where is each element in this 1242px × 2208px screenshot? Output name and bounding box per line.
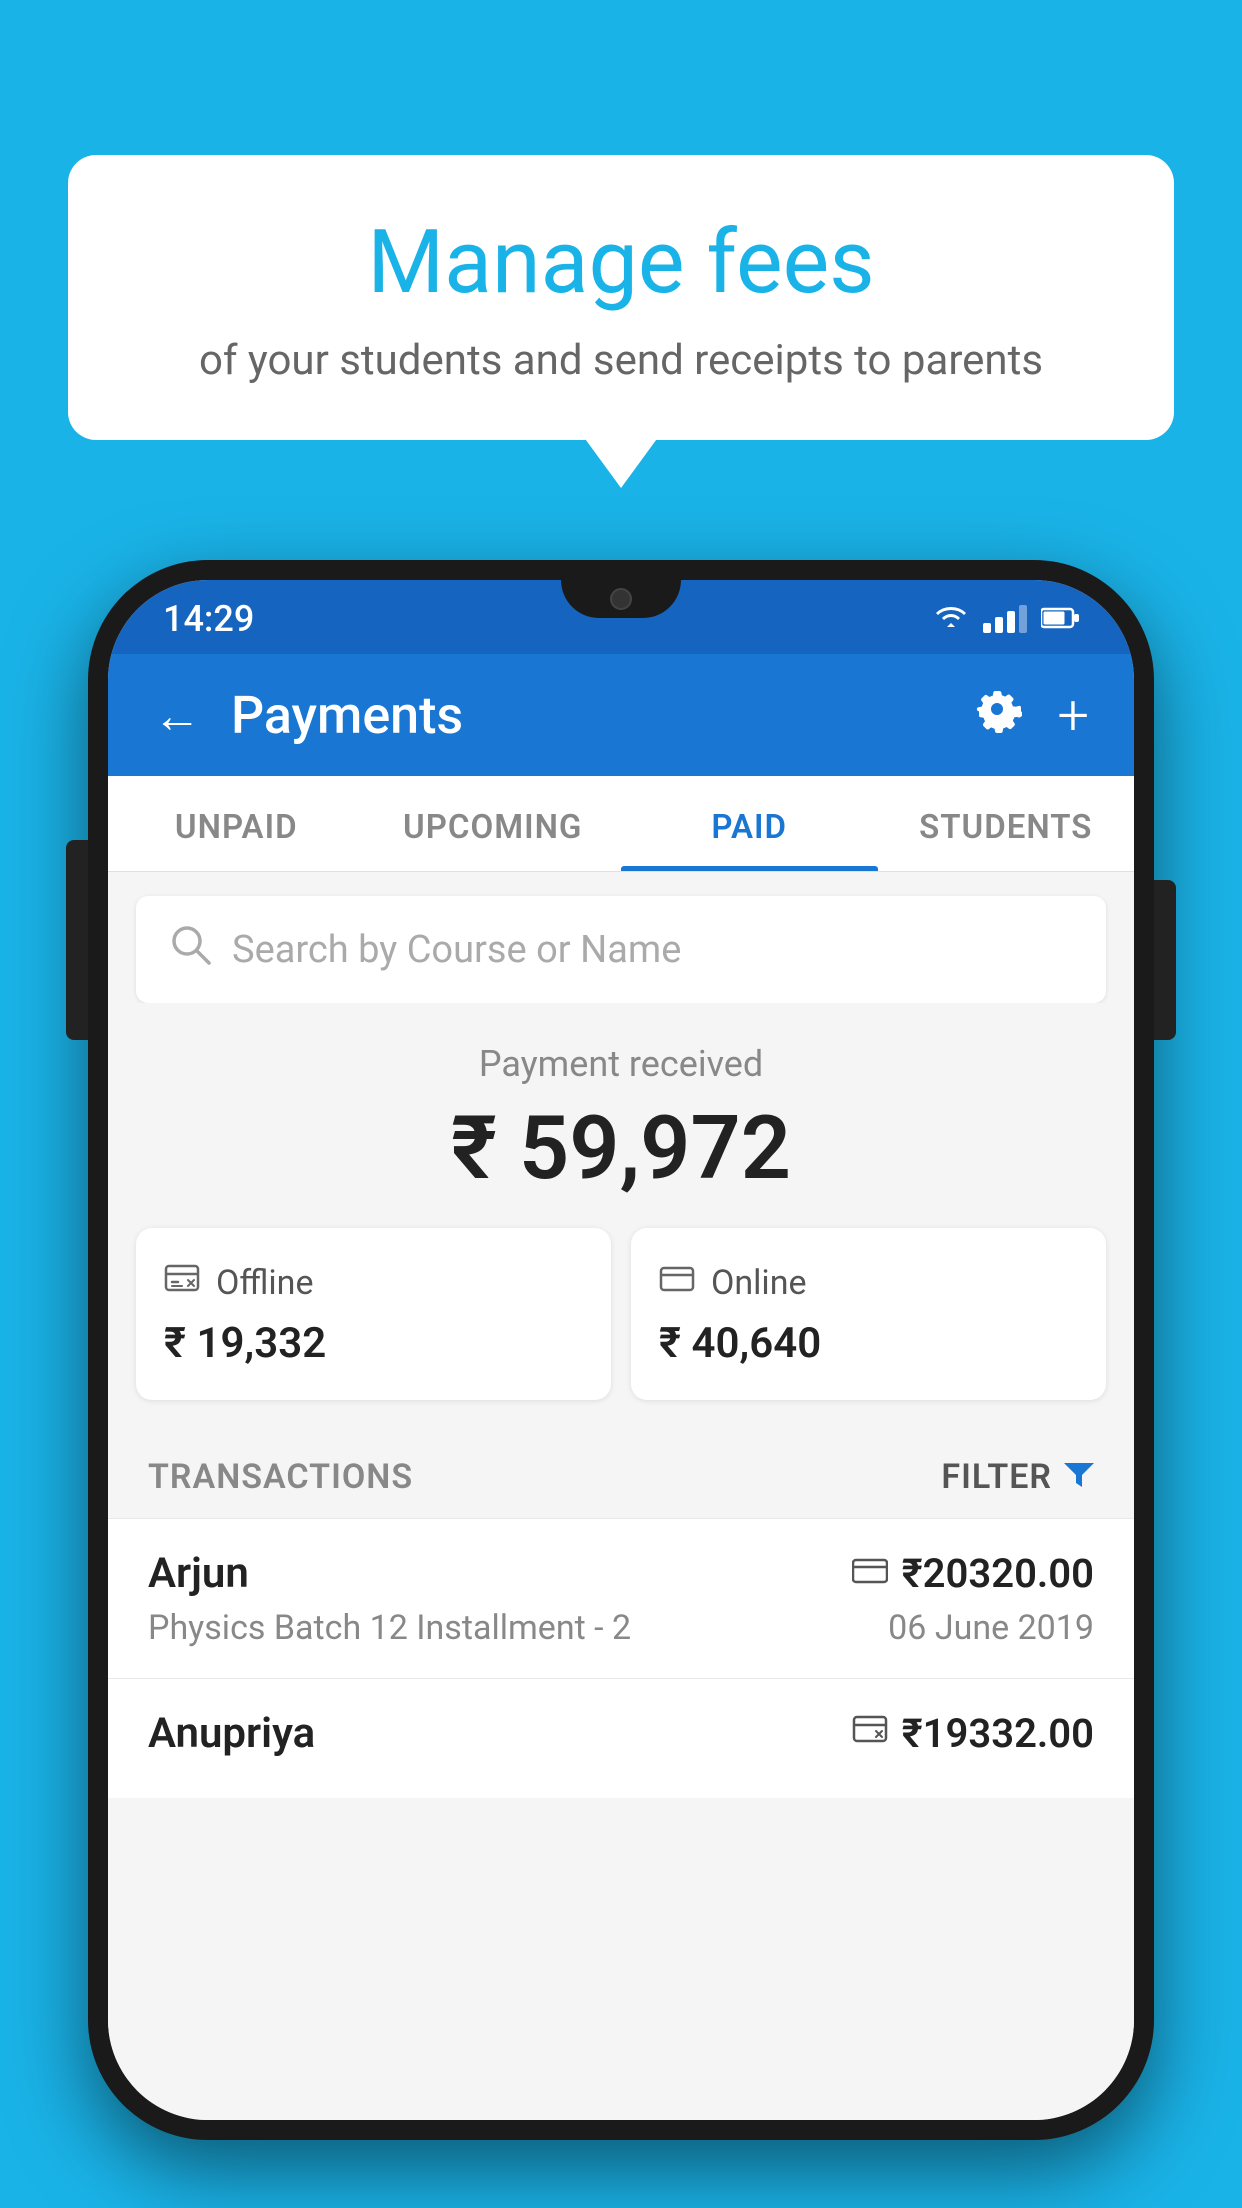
camera-dot bbox=[610, 588, 632, 610]
content-area: Search by Course or Name Payment receive… bbox=[108, 872, 1134, 2120]
transaction-detail: Physics Batch 12 Installment - 2 bbox=[148, 1608, 631, 1648]
payment-received-label: Payment received bbox=[136, 1043, 1106, 1085]
offline-label: Offline bbox=[216, 1263, 313, 1303]
search-icon bbox=[168, 922, 212, 977]
offline-icon bbox=[164, 1260, 200, 1305]
battery-icon bbox=[1041, 602, 1079, 637]
app-bar-left: ← Payments bbox=[153, 685, 463, 746]
settings-icon[interactable] bbox=[972, 684, 1022, 747]
wifi-icon bbox=[933, 602, 969, 637]
offline-card-header: Offline bbox=[164, 1260, 583, 1305]
online-icon bbox=[659, 1260, 695, 1305]
transaction-row-top: Arjun ₹20320.00 bbox=[148, 1549, 1094, 1598]
add-button[interactable]: + bbox=[1057, 682, 1089, 748]
phone-notch bbox=[561, 580, 681, 618]
speech-bubble: Manage fees of your students and send re… bbox=[68, 155, 1174, 440]
transaction-row-bottom: Physics Batch 12 Installment - 2 06 June… bbox=[148, 1608, 1094, 1648]
filter-label: FILTER bbox=[941, 1457, 1052, 1497]
tab-students[interactable]: STUDENTS bbox=[878, 776, 1135, 871]
transaction-amount: ₹20320.00 bbox=[902, 1550, 1094, 1597]
status-icons bbox=[933, 602, 1079, 637]
bubble-subtitle: of your students and send receipts to pa… bbox=[148, 336, 1094, 385]
transaction-offline-icon bbox=[852, 1711, 888, 1756]
transaction-amount-row: ₹20320.00 bbox=[852, 1550, 1094, 1597]
transaction-card-icon bbox=[852, 1554, 888, 1594]
payment-received-section: Payment received ₹ 59,972 bbox=[108, 1003, 1134, 1228]
transactions-label: TRANSACTIONS bbox=[148, 1457, 413, 1497]
transaction-date: 06 June 2019 bbox=[888, 1608, 1094, 1648]
app-bar: ← Payments + bbox=[108, 654, 1134, 776]
back-button[interactable]: ← bbox=[153, 687, 201, 744]
filter-button[interactable]: FILTER bbox=[941, 1456, 1094, 1498]
offline-card: Offline ₹ 19,332 bbox=[136, 1228, 611, 1400]
app-bar-right: + bbox=[972, 682, 1089, 748]
phone-outer: 14:29 bbox=[88, 560, 1154, 2140]
payment-amount: ₹ 59,972 bbox=[136, 1097, 1106, 1200]
transaction-amount-row-2: ₹19332.00 bbox=[852, 1710, 1094, 1757]
bubble-title: Manage fees bbox=[148, 215, 1094, 312]
app-bar-title: Payments bbox=[231, 685, 463, 746]
signal-bars-icon bbox=[983, 605, 1027, 633]
phone-container: 14:29 bbox=[88, 560, 1154, 2208]
online-label: Online bbox=[711, 1263, 807, 1303]
transaction-row-top-2: Anupriya ₹193 bbox=[148, 1709, 1094, 1758]
transaction-name-2: Anupriya bbox=[148, 1709, 315, 1758]
transactions-header: TRANSACTIONS FILTER bbox=[108, 1428, 1134, 1518]
speech-bubble-container: Manage fees of your students and send re… bbox=[68, 155, 1174, 440]
online-card: Online ₹ 40,640 bbox=[631, 1228, 1106, 1400]
status-time: 14:29 bbox=[163, 598, 254, 640]
tab-paid[interactable]: PAID bbox=[621, 776, 878, 871]
filter-icon bbox=[1064, 1456, 1094, 1498]
transaction-amount-2: ₹19332.00 bbox=[902, 1710, 1094, 1757]
offline-amount: ₹ 19,332 bbox=[164, 1319, 583, 1368]
transaction-row[interactable]: Arjun ₹20320.00 bbox=[108, 1518, 1134, 1678]
payment-cards: Offline ₹ 19,332 bbox=[108, 1228, 1134, 1428]
transaction-row[interactable]: Anupriya ₹193 bbox=[108, 1678, 1134, 1798]
search-bar[interactable]: Search by Course or Name bbox=[136, 896, 1106, 1003]
tabs-container: UNPAID UPCOMING PAID STUDENTS bbox=[108, 776, 1134, 872]
search-placeholder: Search by Course or Name bbox=[232, 928, 681, 972]
tab-unpaid[interactable]: UNPAID bbox=[108, 776, 365, 871]
online-card-header: Online bbox=[659, 1260, 1078, 1305]
online-amount: ₹ 40,640 bbox=[659, 1319, 1078, 1368]
transaction-name: Arjun bbox=[148, 1549, 249, 1598]
tab-upcoming[interactable]: UPCOMING bbox=[365, 776, 622, 871]
phone-screen: 14:29 bbox=[108, 580, 1134, 2120]
